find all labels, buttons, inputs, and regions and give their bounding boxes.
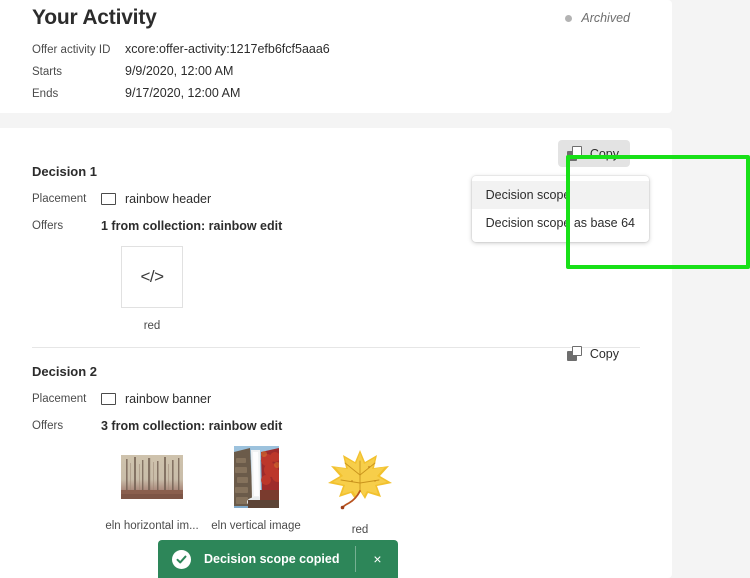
offers-summary: 1 from collection: rainbow edit [101, 219, 282, 233]
code-icon: </> [121, 246, 183, 308]
decision-title: Decision 2 [32, 364, 97, 379]
field-label-offers: Offers [32, 220, 101, 232]
meta-value: xcore:offer-activity:1217efb6fcf5aaa6 [125, 42, 330, 56]
meta-row: Ends 9/17/2020, 12:00 AM [32, 86, 592, 108]
toast-close-button[interactable]: × [356, 540, 398, 578]
copy-icon [567, 346, 582, 361]
status-label: Archived [581, 11, 630, 25]
success-check-icon [172, 550, 191, 569]
decision-placement-row: Placement rainbow banner [32, 392, 211, 406]
placement-rectangle-icon [101, 393, 116, 405]
copy-button-decision-1[interactable]: Copy [558, 140, 630, 167]
meta-row: Starts 9/9/2020, 12:00 AM [32, 64, 592, 86]
activity-meta-list: Offer activity ID xcore:offer-activity:1… [32, 42, 592, 108]
maple-leaf-image [324, 446, 396, 512]
misty-forest-image [121, 446, 183, 508]
field-label-placement: Placement [32, 193, 101, 205]
offer-label: eln vertical image [211, 520, 300, 532]
offer-label: eln horizontal im... [105, 520, 198, 532]
placement-rectangle-icon [101, 193, 116, 205]
activity-summary-card: Your Activity Archived Offer activity ID… [0, 0, 672, 113]
status-dot-icon [565, 15, 572, 22]
waterfall-illustration [234, 446, 279, 508]
copy-button-label: Copy [590, 347, 619, 361]
page-title: Your Activity [32, 6, 157, 30]
maple-leaf-illustration [325, 447, 395, 511]
offer-tile[interactable]: </> red [100, 246, 204, 332]
misty-forest-illustration [121, 455, 183, 499]
status-badge: Archived [565, 11, 630, 25]
copy-button-decision-2[interactable]: Copy [558, 340, 630, 367]
offer-tile-list: eln horizontal im... [100, 446, 412, 536]
decision-title: Decision 1 [32, 164, 97, 179]
section-divider [32, 347, 640, 348]
offers-summary: 3 from collection: rainbow edit [101, 419, 282, 433]
meta-key: Ends [32, 88, 125, 100]
dropdown-item-decision-scope-base64[interactable]: Decision scope as base 64 [472, 209, 649, 237]
waterfall-image [225, 446, 287, 508]
offer-tile[interactable]: eln horizontal im... [100, 446, 204, 532]
offer-label: red [352, 524, 369, 536]
copy-icon [567, 146, 582, 161]
offer-tile-list: </> red [100, 246, 204, 332]
toast-message: Decision scope copied [204, 552, 355, 566]
placement-value: rainbow banner [125, 392, 211, 406]
offer-label: red [144, 320, 161, 332]
decision-placement-row: Placement rainbow header [32, 192, 211, 206]
copy-dropdown-menu[interactable]: Decision scope Decision scope as base 64 [472, 176, 649, 242]
offer-tile[interactable]: red [308, 446, 412, 536]
decision-offers-row: Offers 3 from collection: rainbow edit [32, 419, 282, 433]
offer-tile[interactable]: eln vertical image [204, 446, 308, 532]
meta-value: 9/17/2020, 12:00 AM [125, 86, 240, 100]
decision-offers-row: Offers 1 from collection: rainbow edit [32, 219, 282, 233]
code-glyph: </> [140, 267, 163, 287]
meta-key: Starts [32, 66, 125, 78]
meta-key: Offer activity ID [32, 44, 125, 56]
toast-notification: Decision scope copied × [158, 540, 398, 578]
app-root: Your Activity Archived Offer activity ID… [0, 0, 750, 578]
field-label-placement: Placement [32, 393, 101, 405]
decisions-card: Decision 1 Placement rainbow header Offe… [0, 128, 672, 578]
placement-value: rainbow header [125, 192, 211, 206]
copy-button-label: Copy [590, 147, 619, 161]
meta-row: Offer activity ID xcore:offer-activity:1… [32, 42, 592, 64]
field-label-offers: Offers [32, 420, 101, 432]
dropdown-item-decision-scope[interactable]: Decision scope [472, 181, 649, 209]
meta-value: 9/9/2020, 12:00 AM [125, 64, 233, 78]
